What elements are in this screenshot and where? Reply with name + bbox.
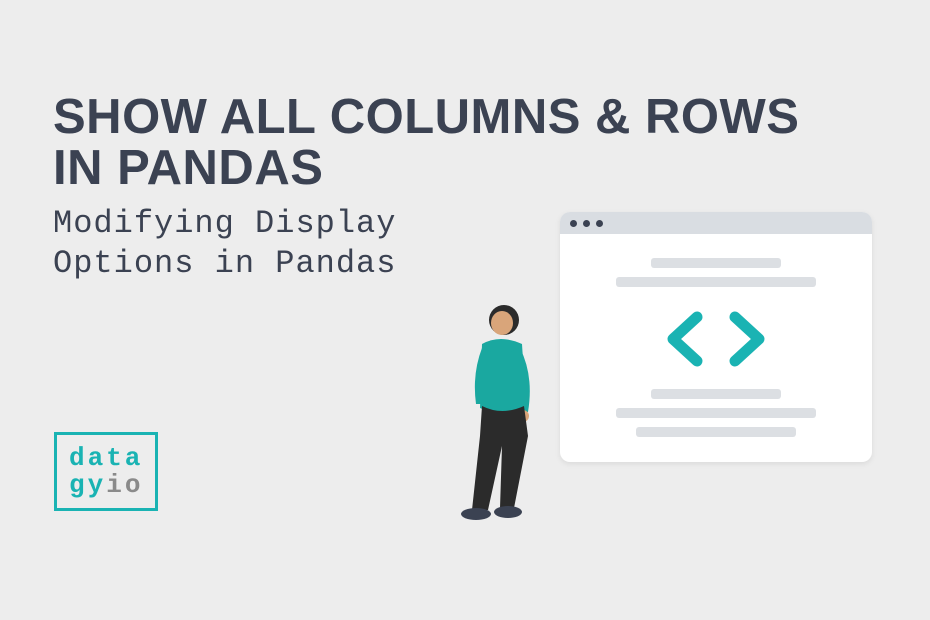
placeholder-line xyxy=(636,427,796,437)
title-line-2: IN PANDAS xyxy=(53,141,323,195)
title-line-1: SHOW ALL COLUMNS & ROWS xyxy=(53,90,799,144)
placeholder-line xyxy=(616,408,816,418)
placeholder-line xyxy=(616,277,816,287)
placeholder-line xyxy=(651,389,781,399)
browser-window-illustration xyxy=(560,212,872,462)
browser-content xyxy=(560,234,872,437)
logo-text-bottom: gyio xyxy=(69,472,143,499)
walking-person-illustration xyxy=(442,296,562,536)
main-title: SHOW ALL COLUMNS & ROWS IN PANDAS xyxy=(53,92,799,194)
browser-title-bar xyxy=(560,212,872,234)
subtitle-line-1: Modifying Display xyxy=(53,205,396,242)
logo-text-bottom-right: io xyxy=(106,470,143,500)
subtitle-line-2: Options in Pandas xyxy=(53,245,396,282)
window-control-dot xyxy=(596,220,603,227)
window-control-dot xyxy=(570,220,577,227)
logo-text-top: data xyxy=(69,445,143,472)
window-control-dot xyxy=(583,220,590,227)
code-brackets-icon xyxy=(665,311,767,367)
placeholder-text-top xyxy=(616,258,816,287)
placeholder-line xyxy=(651,258,781,268)
placeholder-text-bottom xyxy=(616,389,816,437)
logo-text-bottom-left: gy xyxy=(69,470,106,500)
datagy-logo: data gyio xyxy=(54,432,158,511)
